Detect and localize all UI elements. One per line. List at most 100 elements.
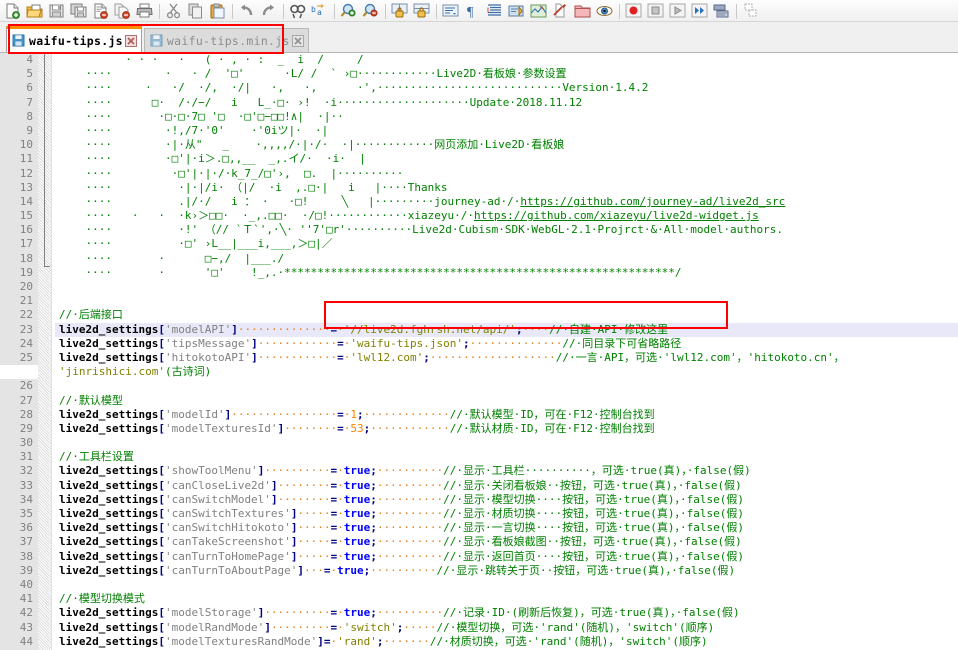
fold-margin[interactable] (38, 436, 51, 451)
fold-margin[interactable] (38, 549, 51, 564)
code-text[interactable]: live2d_settings['tipsMessage']··········… (55, 337, 958, 351)
code-text[interactable]: ···· ·|·|/i· （|/ ·i ,.□·| i |····Thanks (55, 181, 958, 195)
code-line[interactable]: 6 ···· · ·/ ·/, ·/| ·, ·, ·',···········… (0, 81, 958, 96)
fold-margin[interactable] (38, 407, 51, 422)
fold-margin[interactable] (38, 166, 51, 181)
code-text[interactable]: //·默认模型 (55, 394, 958, 408)
fold-margin[interactable] (38, 336, 51, 351)
record-macro-icon[interactable] (623, 1, 645, 21)
code-text[interactable]: live2d_settings['modelStorage']·········… (55, 606, 958, 620)
fold-margin[interactable] (38, 53, 51, 68)
code-text[interactable] (55, 280, 958, 294)
code-line[interactable]: 28 live2d_settings['modelId']············… (0, 407, 958, 422)
fold-margin[interactable] (38, 350, 51, 366)
code-line[interactable]: 22 //·后端接口 (0, 308, 958, 323)
undo-icon[interactable] (236, 1, 258, 21)
code-line[interactable]: 44 live2d_settings['modelTexturesRandMode… (0, 634, 958, 649)
fold-margin[interactable] (38, 592, 51, 607)
fold-margin[interactable] (38, 478, 51, 493)
open-file-icon[interactable] (24, 1, 46, 21)
code-text[interactable]: ···· · · ·k›＞□□· ·_,.□□· ·/□!···········… (55, 209, 958, 223)
close-icon[interactable] (291, 34, 304, 47)
code-line[interactable]: 37 live2d_settings['canTakeScreenshot']··… (0, 535, 958, 550)
monitoring-icon[interactable] (594, 1, 616, 21)
fold-margin[interactable] (38, 251, 51, 266)
code-line[interactable]: 32 live2d_settings['showToolMenu']·······… (0, 464, 958, 479)
code-line[interactable]: 15 ···· · · ·k›＞□□· ·_,.□□· ·/□!········… (0, 209, 958, 224)
fold-margin[interactable] (38, 95, 51, 110)
code-text[interactable]: ···· ·□·□·7□ '□ ·□'□−□□!∧| ·|·· (55, 110, 958, 124)
run-icon[interactable] (740, 1, 762, 21)
code-text[interactable]: live2d_settings['canTurnToAboutPage']···… (55, 564, 958, 578)
tab-waifu-tips-min-js[interactable]: waifu-tips.min.js (143, 28, 309, 52)
replace-icon[interactable]: ba (309, 1, 331, 21)
code-text[interactable]: live2d_settings['modelAPI']·············… (55, 322, 958, 337)
new-file-icon[interactable] (2, 1, 24, 21)
fold-margin[interactable] (38, 620, 51, 635)
fold-margin[interactable] (38, 209, 51, 224)
fold-margin[interactable] (38, 450, 51, 465)
fold-margin[interactable] (38, 265, 51, 280)
print-icon[interactable] (134, 1, 156, 21)
code-line[interactable]: 9 ···· ·!,/7·'0' ·'0iツ|· ·| (0, 123, 958, 139)
save-macro-icon[interactable] (711, 1, 733, 21)
fold-margin[interactable] (38, 606, 51, 621)
fold-margin[interactable] (38, 322, 51, 337)
code-line[interactable]: 18 ···· · □−,/ |___./ (0, 251, 958, 266)
close-file-icon[interactable] (90, 1, 112, 21)
code-text[interactable] (55, 379, 958, 393)
code-text[interactable] (55, 294, 958, 308)
code-text[interactable]: ···· ·!,/7·'0' ·'0iツ|· ·| (55, 124, 958, 138)
sync-vertical-icon[interactable] (389, 1, 411, 21)
code-line[interactable]: 4 · · · · ( · , · : _ i / / (0, 53, 958, 68)
code-line[interactable]: 35 live2d_settings['canSwitchTextures']··… (0, 507, 958, 522)
fold-margin[interactable] (38, 521, 51, 536)
code-line[interactable]: 17 ···· ·□' ›L__|___i,___,＞□|／ (0, 237, 958, 252)
code-line[interactable]: 36 live2d_settings['canSwitchHitokoto']··… (0, 521, 958, 536)
code-line[interactable]: 20 (0, 280, 958, 295)
code-text[interactable]: live2d_settings['modelRandMode']········… (55, 621, 958, 635)
fold-margin[interactable] (38, 308, 51, 323)
code-lines-container[interactable]: 4 · · · · ( · , · : _ i / /5 ···· · · / … (0, 53, 958, 650)
fold-margin[interactable] (38, 535, 51, 550)
code-line[interactable]: 26 (0, 379, 958, 394)
code-text[interactable]: ···· ·!' （// `Ｔ`',·╲· ''7'□r'··········L… (55, 223, 958, 237)
fold-margin[interactable] (38, 152, 51, 167)
code-text[interactable]: · · · · ( · , · : _ i / / (55, 53, 958, 67)
code-line[interactable]: 8 ···· ·□·□·7□ '□ ·□'□−□□!∧| ·|·· (0, 109, 958, 124)
fold-margin[interactable] (38, 237, 51, 252)
code-text[interactable]: ···· ·|·从" _ ·,,,,/·|·/· ·|············网… (55, 138, 958, 152)
code-line[interactable]: 33 live2d_settings['canCloseLive2d']·····… (0, 478, 958, 493)
code-line[interactable]: 40 (0, 577, 958, 593)
code-text[interactable]: ···· · □−,/ |___./ (55, 252, 958, 266)
code-line[interactable]: 13 ···· ·|·|/i· （|/ ·i ,.□·| i |····Than… (0, 180, 958, 195)
play-macro-icon[interactable] (667, 1, 689, 21)
code-text[interactable]: ···· · · / '□' ·L/ / ` ›□············Liv… (55, 67, 958, 81)
code-line[interactable]: 34 live2d_settings['canSwitchModel']·····… (0, 492, 958, 508)
code-line[interactable]: 41 //·模型切换模式 (0, 592, 958, 607)
code-editor[interactable]: 4 · · · · ( · , · : _ i / /5 ···· · · / … (0, 53, 958, 650)
code-text[interactable] (55, 578, 958, 592)
fold-margin[interactable] (38, 577, 51, 593)
code-text[interactable]: live2d_settings['hitokotoAPI']··········… (55, 351, 958, 365)
code-line[interactable]: 'jinrishici.com'(古诗词) (0, 365, 958, 380)
code-text[interactable]: //·模型切换模式 (55, 592, 958, 606)
code-line[interactable]: 31 //·工具栏设置 (0, 450, 958, 465)
indent-guide-icon[interactable] (484, 1, 506, 21)
code-line[interactable]: 19 ···· · '□' !_,.·*********************… (0, 265, 958, 281)
fold-margin[interactable] (38, 507, 51, 522)
code-line[interactable]: 10 ···· ·|·从" _ ·,,,,/·|·/· ·|··········… (0, 138, 958, 153)
code-text[interactable]: live2d_settings['showToolMenu']·········… (55, 464, 958, 478)
fold-margin[interactable] (38, 194, 51, 210)
code-line[interactable]: 23 live2d_settings['modelAPI']···········… (0, 322, 958, 337)
code-text[interactable]: ···· □· /·/−/ i L_·□· ›! ·i·············… (55, 96, 958, 110)
code-text[interactable]: live2d_settings['canTakeScreenshot']····… (55, 535, 958, 549)
code-text[interactable]: ···· .|/·/ i ： · ·□! ╲ |·········journey… (55, 195, 958, 209)
code-text[interactable]: ···· · ·/ ·/, ·/| ·, ·, ·',·············… (55, 81, 958, 95)
code-line[interactable]: 27 //·默认模型 (0, 393, 958, 408)
fold-margin[interactable] (38, 421, 51, 437)
code-line[interactable]: 43 live2d_settings['modelRandMode']······… (0, 620, 958, 635)
zoom-in-icon[interactable] (338, 1, 360, 21)
function-list-icon[interactable] (550, 1, 572, 21)
code-text[interactable]: //·后端接口 (55, 308, 958, 322)
